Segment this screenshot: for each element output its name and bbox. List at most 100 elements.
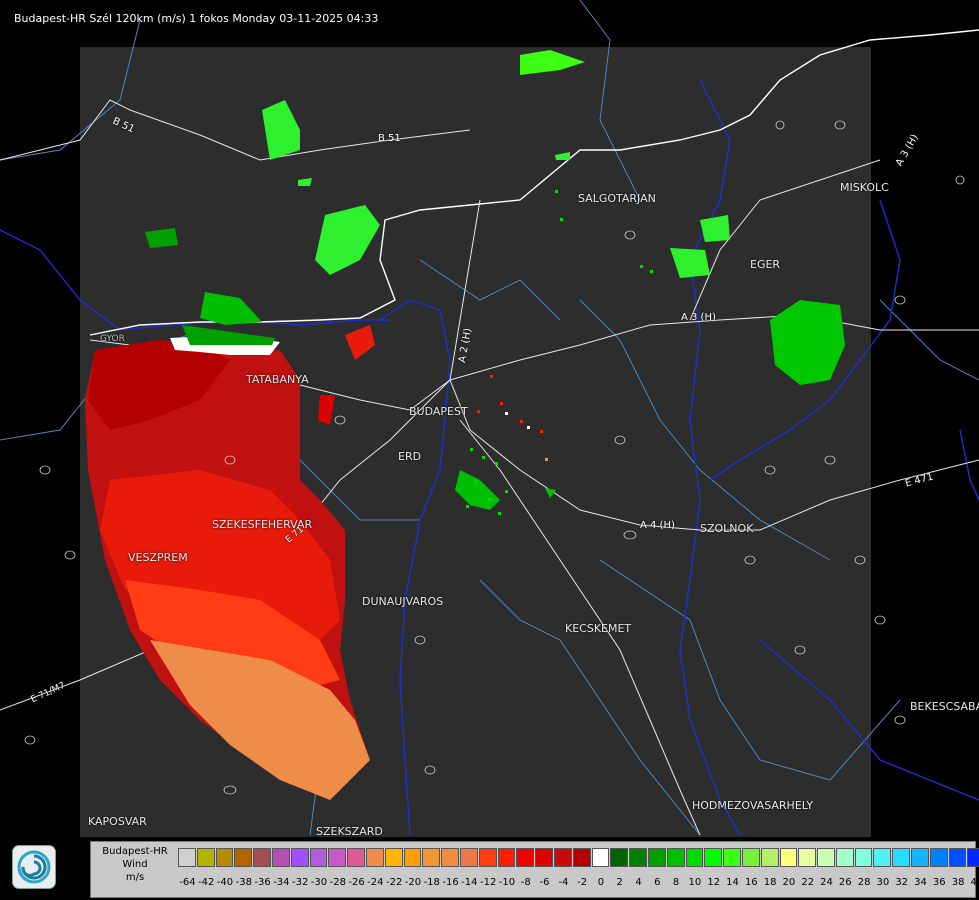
legend-tick-label: 30 <box>876 877 890 888</box>
legend-tick-label: -42 <box>198 877 215 888</box>
legend-tick-label: -10 <box>498 877 516 888</box>
legend-swatches <box>178 848 979 868</box>
legend-unit: m/s <box>125 872 145 883</box>
legend-tick-label: 26 <box>838 877 852 888</box>
city-label-salgotarjan: SALGOTARJAN <box>578 192 656 205</box>
legend-tick-label: -40 <box>216 877 234 888</box>
legend-swatch <box>478 848 497 867</box>
legend-swatch <box>422 848 441 867</box>
legend-swatch <box>347 848 365 867</box>
legend-swatch <box>215 848 234 867</box>
legend-swatch <box>328 848 347 867</box>
city-label-szekszard: SZEKSZARD <box>316 825 383 838</box>
road-label-a4: A 4 (H) <box>640 520 675 531</box>
legend-station: Budapest-HR <box>102 846 168 857</box>
legend-tick-label: 40 <box>970 877 979 888</box>
legend-tick-label: -26 <box>348 877 365 888</box>
legend-tick-label: -38 <box>235 877 252 888</box>
legend-tick-label: -12 <box>479 877 497 888</box>
legend-tick-label: 28 <box>857 877 871 888</box>
city-label-dunaujvaros: DUNAUJVAROS <box>362 595 444 608</box>
color-legend: Budapest-HR Wind m/s -64 -42 -40 -38 -36 -34-… <box>90 841 979 898</box>
legend-tick-label: 34 <box>914 877 927 888</box>
swirl-logo-icon <box>17 850 51 884</box>
legend-swatch <box>591 848 610 867</box>
legend-tick-label: 20 <box>782 877 796 888</box>
city-label-bekescsaba: BEKESCSABA <box>910 700 979 713</box>
legend-swatch <box>911 848 929 867</box>
road-label-b51-east: B 51 <box>378 133 401 144</box>
legend-swatch <box>948 848 967 867</box>
legend-tick-label: -2 <box>577 877 588 888</box>
legend-swatch <box>253 848 271 867</box>
city-label-szolnok: SZOLNOK <box>700 522 754 535</box>
city-label-miskolc: MISKOLC <box>840 181 889 194</box>
legend-tick-label: 0 <box>597 877 605 888</box>
city-label-veszprem: VESZPREM <box>128 551 188 564</box>
legend-tick-label: -14 <box>461 877 478 888</box>
legend-tick-label: -64 <box>179 877 196 888</box>
legend-swatch <box>854 848 873 867</box>
legend-swatch <box>535 848 553 867</box>
legend-swatch <box>629 848 647 867</box>
city-label-hodmezovasarhely: HODMEZOVASARHELY <box>692 799 814 812</box>
legend-swatch <box>873 848 892 867</box>
legend-tick-label: 38 <box>951 877 965 888</box>
city-label-kecskemet: KECSKEMET <box>565 622 632 635</box>
legend-tick-label: -32 <box>292 877 309 888</box>
city-label-eger: EGER <box>750 258 781 271</box>
city-label-erd: ERD <box>398 450 422 463</box>
legend-tick-label: 4 <box>635 877 642 888</box>
legend-swatch <box>723 848 741 867</box>
legend-quantity: Wind <box>122 859 148 870</box>
legend-swatch <box>178 848 196 867</box>
legend-swatch <box>610 848 629 867</box>
legend-swatch <box>929 848 948 867</box>
legend-swatch <box>403 848 422 867</box>
legend-swatch <box>290 848 309 867</box>
legend-swatch <box>516 848 535 867</box>
legend-tick-label: 18 <box>763 877 777 888</box>
legend-swatch <box>666 848 685 867</box>
legend-tick-label: -16 <box>442 877 459 888</box>
legend-swatch <box>459 848 478 867</box>
legend-swatch <box>572 848 591 867</box>
legend-tick-label: 22 <box>801 877 815 888</box>
legend-tick-label: -18 <box>423 877 440 888</box>
legend-tick-label: -34 <box>273 877 290 888</box>
legend-swatch <box>835 848 854 867</box>
city-label-tatabanya: TATABANYA <box>246 373 309 386</box>
legend-tick-label: -36 <box>254 877 271 888</box>
legend-swatch <box>553 848 572 867</box>
legend-swatch <box>760 848 779 867</box>
legend-swatch <box>892 848 911 867</box>
legend-tick-label: 16 <box>744 877 758 888</box>
legend-title: Budapest-HR Wind m/s <box>93 845 177 884</box>
legend-tick-label: 12 <box>707 877 721 888</box>
road-label-a3: A 3 (H) <box>681 312 716 323</box>
legend-ticks: -64 -42 -40 -38 -36 -34 -32 -30 -28 -26 -24 -22 -20-… <box>178 877 979 891</box>
legend-swatch <box>704 848 723 867</box>
legend-tick-label: 2 <box>616 877 623 888</box>
legend-swatch <box>685 848 704 867</box>
legend-swatch <box>365 848 384 867</box>
legend-tick-label: 10 <box>688 877 702 888</box>
legend-tick-label: -6 <box>539 877 550 888</box>
legend-tick-label: 8 <box>672 877 680 888</box>
legend-swatch <box>741 848 760 867</box>
legend-swatch <box>647 848 666 867</box>
legend-tick-label: -30 <box>310 877 328 888</box>
legend-swatch <box>817 848 835 867</box>
radar-map <box>0 0 979 837</box>
legend-tick-label: -20 <box>404 877 422 888</box>
legend-tick-label: -8 <box>520 877 531 888</box>
legend-swatch <box>441 848 459 867</box>
legend-swatch <box>798 848 817 867</box>
legend-swatch <box>384 848 403 867</box>
city-label-budapest: BUDAPEST <box>409 405 468 418</box>
legend-tick-label: 24 <box>820 877 833 888</box>
legend-tick-label: 6 <box>654 877 661 888</box>
legend-swatch <box>497 848 516 867</box>
met-service-logo <box>12 845 56 889</box>
city-label-gyor: GYOR <box>100 334 125 344</box>
